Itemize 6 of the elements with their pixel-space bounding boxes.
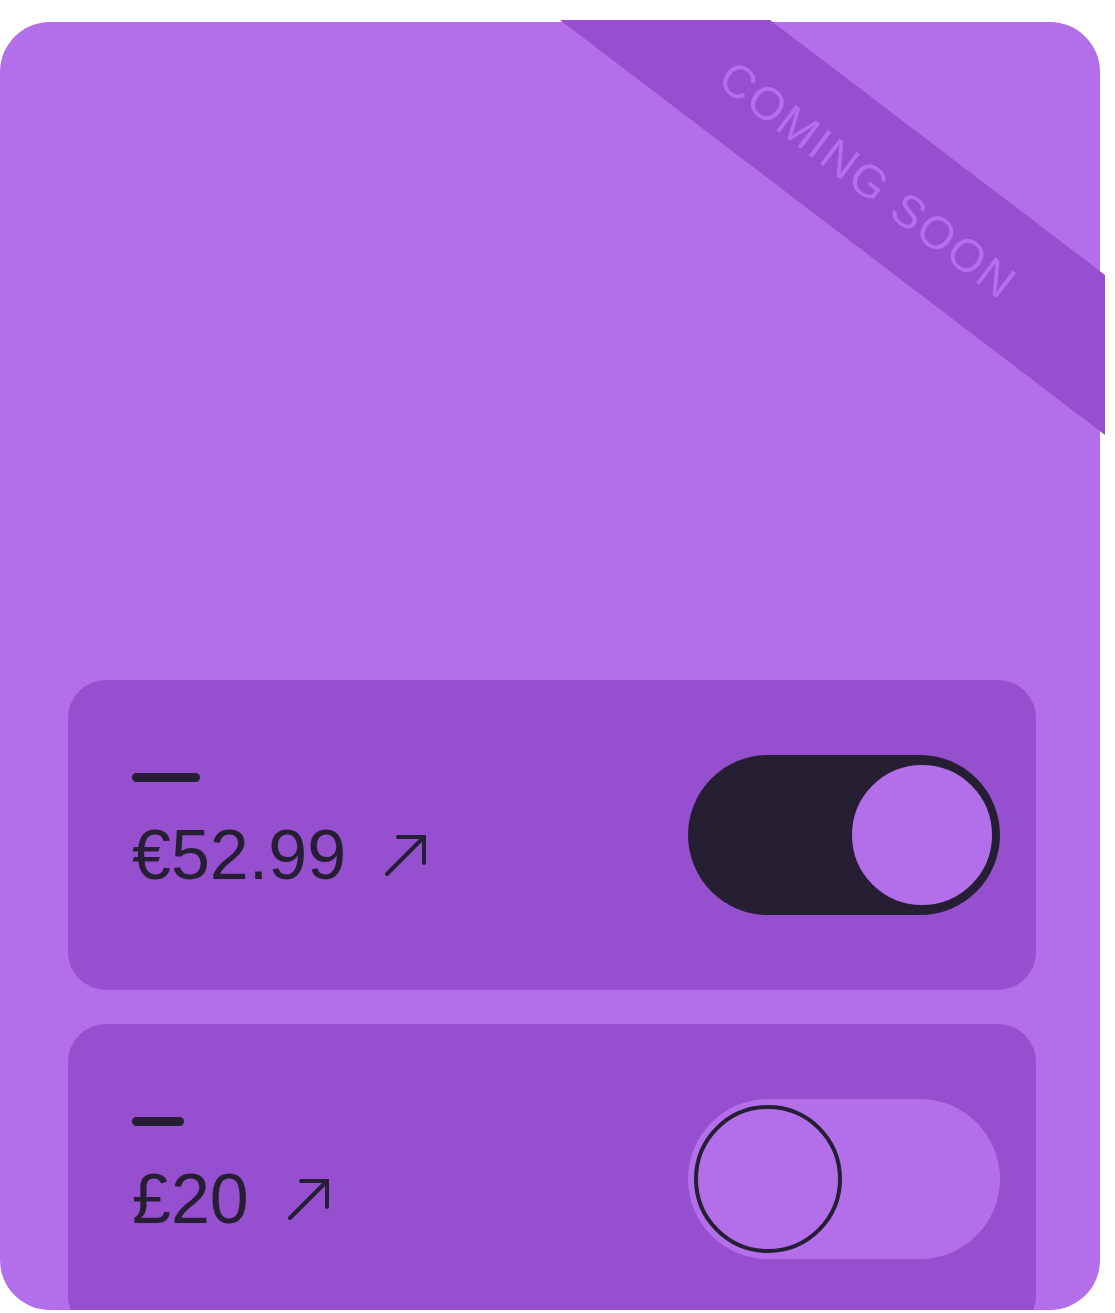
dash-icon bbox=[132, 772, 200, 782]
arrow-up-right-icon bbox=[384, 832, 429, 877]
price-text: £20 bbox=[132, 1163, 249, 1234]
arrow-up-right-icon bbox=[286, 1176, 331, 1221]
dash-icon bbox=[132, 1116, 184, 1126]
price-text: €52.99 bbox=[132, 819, 347, 890]
